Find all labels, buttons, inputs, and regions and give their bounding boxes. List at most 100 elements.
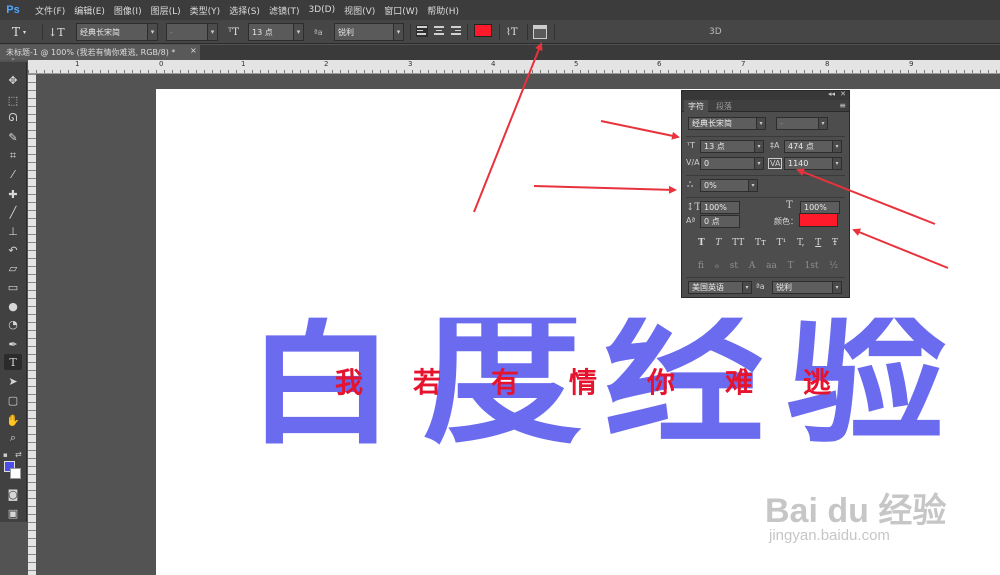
- hand-tool-icon[interactable]: ✋: [4, 412, 22, 428]
- language-select[interactable]: 美国英语 ▾: [688, 281, 752, 294]
- panel-antialias-value: 锐利: [776, 283, 792, 292]
- quick-mask-icon[interactable]: ◙: [4, 486, 22, 502]
- menu-window[interactable]: 窗口(W): [384, 4, 418, 17]
- ordinals-button[interactable]: 1st: [804, 261, 818, 271]
- menu-view[interactable]: 视图(V): [344, 4, 375, 17]
- healing-tool-icon[interactable]: ✚: [4, 186, 22, 202]
- marquee-tool-icon[interactable]: ⬚: [4, 92, 22, 108]
- tab-paragraph[interactable]: 段落: [712, 100, 736, 112]
- eraser-tool-icon[interactable]: ▱: [4, 260, 22, 276]
- antialias-select[interactable]: 锐利 ▾: [334, 23, 404, 41]
- menu-type[interactable]: 类型(Y): [190, 4, 221, 17]
- move-tool-icon[interactable]: ✥: [4, 72, 22, 88]
- strikethrough-button[interactable]: Ŧ: [832, 238, 838, 248]
- toggle-orientation-icon[interactable]: ↓T: [48, 23, 66, 41]
- quick-select-tool-icon[interactable]: ✎: [4, 129, 22, 145]
- panel-color-swatch[interactable]: [799, 213, 838, 227]
- chevron-down-icon: ▾: [754, 141, 763, 152]
- contextual-alternates-button[interactable]: st: [730, 261, 738, 271]
- chevron-down-icon: ▾: [393, 24, 403, 40]
- character-panel: ◂◂ ✕ 字符 段落 ≡ 经典长宋简 ▾ - ▾ ᵀT 13 点 ▾ ‡A 47…: [681, 90, 850, 298]
- chevron-down-icon: ▾: [207, 24, 217, 40]
- lasso-tool-icon[interactable]: ᘏ: [4, 110, 22, 126]
- chevron-down-icon: ▾: [748, 180, 757, 191]
- panel-kerning-field[interactable]: 0 ▾: [700, 157, 764, 170]
- type-tool-preset-icon[interactable]: T ▾: [12, 23, 32, 41]
- panel-menu-icon[interactable]: ≡: [839, 101, 846, 110]
- align-center-button[interactable]: [433, 25, 445, 37]
- shape-tool-icon[interactable]: ▢: [4, 392, 22, 408]
- 3d-button[interactable]: 3D: [709, 23, 723, 41]
- menu-image[interactable]: 图像(I): [114, 4, 142, 17]
- font-family-select[interactable]: 经典长宋简 ▾: [76, 23, 158, 41]
- crop-tool-icon[interactable]: ⌗: [4, 148, 22, 164]
- menu-help[interactable]: 帮助(H): [427, 4, 459, 17]
- panel-vertical-scale-field[interactable]: 100%: [700, 201, 740, 214]
- background-color-swatch[interactable]: [10, 468, 21, 479]
- close-icon[interactable]: ×: [190, 46, 197, 55]
- font-style-select[interactable]: - ▾: [166, 23, 218, 41]
- zoom-tool-icon[interactable]: ⌕: [4, 430, 22, 446]
- superscript-button[interactable]: T¹: [777, 238, 787, 248]
- menu-layer[interactable]: 图层(L): [151, 4, 181, 17]
- underline-button[interactable]: T: [815, 238, 821, 248]
- stylistic-alternates-button[interactable]: aa: [766, 261, 777, 271]
- clone-stamp-tool-icon[interactable]: ⊥: [4, 223, 22, 239]
- panel-font-family-select[interactable]: 经典长宋简 ▾: [688, 117, 766, 130]
- collapse-panel-icon[interactable]: ◂◂: [828, 90, 835, 98]
- faux-bold-button[interactable]: T: [698, 238, 705, 248]
- history-brush-tool-icon[interactable]: ↶: [4, 242, 22, 258]
- ruler-mark: 9: [909, 60, 914, 68]
- character-panel-toggle-icon[interactable]: [533, 25, 547, 39]
- chevron-down-icon: ▾: [832, 141, 841, 152]
- align-right-button[interactable]: [450, 25, 462, 37]
- canvas-overlay-text-layer[interactable]: 我若有情你难逃: [335, 363, 875, 403]
- close-panel-icon[interactable]: ✕: [840, 90, 846, 98]
- eyedropper-tool-icon[interactable]: ⁄: [4, 166, 22, 182]
- panel-font-style-select[interactable]: - ▾: [776, 117, 828, 130]
- brush-tool-icon[interactable]: ╱: [4, 204, 22, 220]
- panel-leading-field[interactable]: 474 点 ▾: [784, 140, 842, 153]
- menu-filter[interactable]: 滤镜(T): [269, 4, 300, 17]
- text-color-swatch[interactable]: [474, 24, 492, 37]
- chevron-down-icon: ▾: [756, 118, 765, 129]
- warp-text-icon[interactable]: ⌇T: [506, 23, 520, 41]
- fractions-button[interactable]: ½: [829, 261, 838, 271]
- menu-edit[interactable]: 编辑(E): [74, 4, 105, 17]
- align-left-button[interactable]: [416, 25, 428, 37]
- tsume-icon: ஃ: [687, 180, 694, 189]
- path-select-tool-icon[interactable]: ➤: [4, 373, 22, 389]
- screen-mode-icon[interactable]: ▣: [4, 505, 22, 521]
- dodge-tool-icon[interactable]: ◔: [4, 316, 22, 332]
- swap-colors-icon[interactable]: ⇄: [15, 450, 22, 459]
- ligatures-button[interactable]: fi: [698, 261, 704, 271]
- blur-tool-icon[interactable]: ●: [4, 298, 22, 314]
- discretionary-ligatures-button[interactable]: ℴ: [715, 261, 719, 271]
- antialias-value: 锐利: [338, 27, 354, 37]
- menu-file[interactable]: 文件(F): [35, 4, 65, 17]
- panel-baseline-shift-field[interactable]: 0 点: [700, 215, 740, 228]
- font-size-select[interactable]: 13 点 ▾: [248, 23, 304, 41]
- document-tab[interactable]: 未标题-1 @ 100% (我若有情你难逃, RGB/8) *: [0, 45, 200, 60]
- swash-button[interactable]: A: [749, 261, 756, 271]
- titling-alternates-button[interactable]: T: [788, 261, 794, 271]
- toolbox-collapse-icon[interactable]: »: [4, 56, 22, 63]
- panel-tsume-field[interactable]: 0% ▾: [700, 179, 758, 192]
- panel-tracking-field[interactable]: 1140 ▾: [784, 157, 842, 170]
- panel-antialias-select[interactable]: 锐利 ▾: [772, 281, 842, 294]
- subscript-button[interactable]: T,: [797, 238, 805, 248]
- panel-font-size-field[interactable]: 13 点 ▾: [700, 140, 764, 153]
- default-colors-icon[interactable]: ▪: [3, 451, 8, 459]
- font-family-value: 经典长宋简: [80, 27, 120, 37]
- pen-tool-icon[interactable]: ✒: [4, 336, 22, 352]
- menu-select[interactable]: 选择(S): [229, 4, 260, 17]
- document-tab-bar: 未标题-1 @ 100% (我若有情你难逃, RGB/8) * ×: [0, 45, 1000, 60]
- faux-italic-button[interactable]: T: [715, 238, 721, 248]
- gradient-tool-icon[interactable]: ▭: [4, 279, 22, 295]
- type-tool-icon[interactable]: T: [4, 354, 22, 370]
- all-caps-button[interactable]: TT: [732, 238, 744, 248]
- small-caps-button[interactable]: Tт: [755, 238, 766, 248]
- menu-3d[interactable]: 3D(D): [308, 5, 335, 15]
- chevron-down-icon: ▾: [832, 282, 841, 293]
- tab-character[interactable]: 字符: [684, 100, 708, 112]
